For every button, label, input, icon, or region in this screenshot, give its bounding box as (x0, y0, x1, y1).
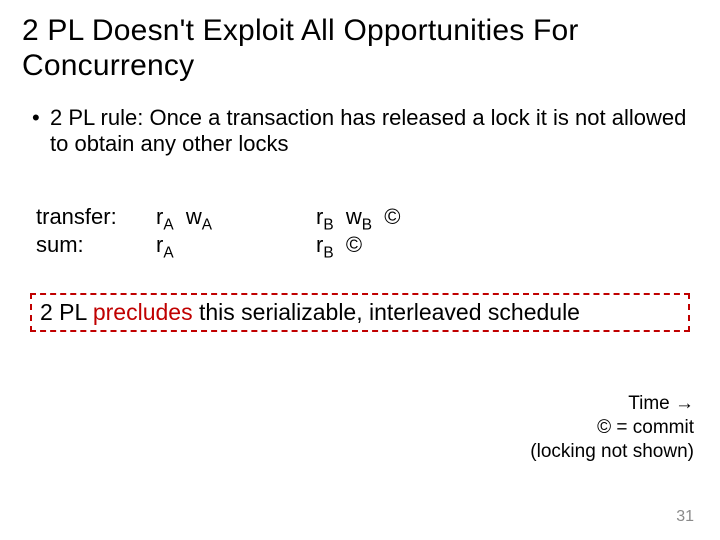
schedule-col-b: rB wB © rB © (316, 203, 516, 259)
schedule-row-labels: transfer: sum: (36, 203, 156, 259)
slide: 2 PL Doesn't Exploit All Opportunities F… (0, 0, 720, 332)
callout-pre: 2 PL (40, 299, 93, 325)
legend: Time → © = commit (locking not shown) (530, 392, 694, 463)
sum-ops-b: rB © (316, 231, 516, 259)
slide-title: 2 PL Doesn't Exploit All Opportunities F… (22, 14, 698, 83)
commit-icon: © (384, 204, 400, 229)
legend-locking: (locking not shown) (530, 440, 694, 464)
commit-icon: © (346, 232, 362, 257)
callout-post: this serializable, interleaved schedule (193, 299, 580, 325)
transfer-ops-a: rA wA (156, 203, 316, 231)
legend-time: Time → (530, 392, 694, 416)
row-label-sum: sum: (36, 231, 156, 259)
arrow-right-icon: → (675, 393, 694, 414)
legend-commit: © = commit (530, 416, 694, 440)
page-number: 31 (676, 508, 694, 526)
callout-hot: precludes (93, 299, 193, 325)
schedule-col-a: rA wA rA (156, 203, 316, 259)
callout-box: 2 PL precludes this serializable, interl… (30, 293, 690, 332)
bullet-2pl-rule: 2 PL rule: Once a transaction has releas… (36, 105, 698, 157)
row-label-transfer: transfer: (36, 203, 156, 231)
schedule-table: transfer: sum: rA wA rA rB wB © rB © (36, 203, 698, 259)
sum-ops-a: rA (156, 231, 316, 259)
transfer-ops-b: rB wB © (316, 203, 516, 231)
